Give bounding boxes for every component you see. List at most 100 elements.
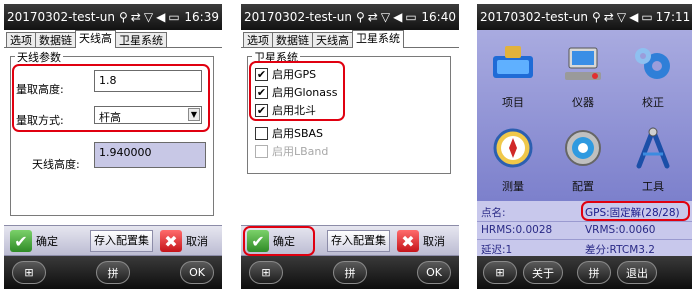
close-icon: ✖	[160, 230, 182, 252]
tile-instrument[interactable]: 仪器	[549, 34, 617, 116]
tab-datalink[interactable]: 数据链	[35, 32, 76, 48]
tile-instrument-label: 仪器	[572, 96, 594, 109]
close-icon: ✖	[397, 230, 419, 252]
tile-calibration-label: 校正	[642, 96, 664, 109]
hrms-value: HRMS:0.0028	[481, 224, 553, 236]
volume-icon: ◀	[393, 10, 403, 24]
tab-antenna-height[interactable]: 天线高	[75, 30, 116, 48]
softkey-bar: ⊞ 拼 OK	[4, 256, 222, 289]
main-menu-screen: 20170302-test-un ⚲ ⇄ ▽ ◀ ▭ 17:11 项目 仪器 校…	[477, 4, 692, 289]
check-icon: ✔	[10, 230, 32, 252]
status-bar: 20170302-test-un ⚲ ⇄ ▽ ◀ ▭ 16:39	[4, 4, 222, 30]
point-name-label: 点名:	[481, 207, 506, 219]
tab-bar: 选项 数据链 天线高 卫星系统	[241, 30, 459, 48]
action-bar: ✔ 确定 存入配置集 ✖ 取消	[4, 225, 222, 256]
project-icon	[493, 46, 533, 78]
tile-calibration[interactable]: 校正	[619, 34, 687, 116]
status-title: 20170302-test-un	[244, 10, 352, 24]
signal-icon: ▽	[143, 10, 154, 24]
status-title: 20170302-test-un	[7, 10, 115, 24]
tab-panel: 卫星系统 ✔ 启用GPS ✔ 启用Glonass ✔ 启用北斗 启用SBAS 启…	[241, 47, 459, 225]
gps-icon: ⚲	[592, 10, 601, 24]
cancel-label: 取消	[186, 235, 208, 248]
sbas-checkbox[interactable]	[255, 126, 268, 140]
highlight-box	[581, 201, 690, 221]
status-bar: 20170302-test-un ⚲ ⇄ ▽ ◀ ▭ 16:40	[241, 4, 459, 30]
tab-panel: 天线参数 量取高度: 1.8 量取方式: 杆高 ▼ 天线高度: 1.940000	[4, 47, 222, 225]
signal-icon: ▽	[616, 10, 627, 24]
tools-icon	[636, 127, 670, 169]
tile-survey-label: 测量	[502, 180, 524, 193]
input-method-button[interactable]: 拼	[577, 261, 611, 284]
instrument-icon	[565, 47, 601, 80]
config-icon	[565, 130, 601, 166]
exit-button[interactable]: 退出	[617, 261, 657, 284]
volume-icon: ◀	[629, 10, 639, 24]
cancel-label: 取消	[423, 235, 445, 248]
start-menu-icon[interactable]: ⊞	[483, 261, 517, 284]
tile-project[interactable]: 项目	[479, 34, 547, 116]
highlight-box	[12, 64, 210, 132]
antenna-height-label: 天线高度:	[32, 158, 80, 171]
status-bar: 20170302-test-un ⚲ ⇄ ▽ ◀ ▭ 17:11	[477, 4, 692, 30]
tab-satellite-system[interactable]: 卫星系统	[352, 30, 404, 48]
gps-icon: ⚲	[119, 10, 128, 24]
start-menu-icon[interactable]: ⊞	[249, 261, 283, 284]
tab-options[interactable]: 选项	[6, 32, 36, 48]
diff-value: 差分:RTCM3.2	[585, 244, 655, 256]
ok-button[interactable]: OK	[417, 261, 451, 284]
tab-datalink[interactable]: 数据链	[272, 32, 313, 48]
tile-project-label: 项目	[502, 96, 524, 109]
status-time: 16:40	[421, 10, 456, 24]
group-title: 天线参数	[15, 49, 63, 65]
ok-button[interactable]: OK	[180, 261, 214, 284]
highlight-box	[249, 61, 345, 121]
tile-tools-label: 工具	[642, 180, 664, 193]
latency-value: 延迟:1	[481, 244, 513, 256]
about-button[interactable]: 关于	[523, 261, 563, 284]
softkey-bar: ⊞ 拼 OK	[241, 256, 459, 289]
cancel-button[interactable]: ✖ 取消	[160, 229, 208, 253]
save-config-button[interactable]: 存入配置集	[327, 230, 390, 252]
input-method-button[interactable]: 拼	[333, 261, 367, 284]
sbas-checkbox-label: 启用SBAS	[272, 127, 324, 140]
info-divider	[477, 221, 692, 222]
signal-icon: ▽	[380, 10, 391, 24]
antenna-height-screen: 20170302-test-un ⚲ ⇄ ▽ ◀ ▭ 16:39 选项 数据链 …	[4, 4, 222, 289]
tile-config[interactable]: 配置	[549, 118, 617, 200]
cancel-button[interactable]: ✖ 取消	[397, 229, 445, 253]
action-bar: ✔ 确定 存入配置集 ✖ 取消	[241, 225, 459, 256]
satellite-system-screen: 20170302-test-un ⚲ ⇄ ▽ ◀ ▭ 16:40 选项 数据链 …	[241, 4, 459, 289]
tile-survey[interactable]: 测量	[479, 118, 547, 200]
connection-icon: ⇄	[603, 10, 614, 24]
lband-checkbox-row: 启用LBand	[255, 143, 328, 159]
connection-icon: ⇄	[367, 10, 378, 24]
tab-options[interactable]: 选项	[243, 32, 273, 48]
status-time: 16:39	[184, 10, 219, 24]
gps-icon: ⚲	[356, 10, 365, 24]
tab-antenna-height[interactable]: 天线高	[312, 32, 353, 48]
calibration-icon	[635, 48, 670, 79]
softkey-bar: ⊞ 关于 拼 退出	[477, 256, 692, 289]
status-time: 17:11	[655, 10, 691, 24]
tab-bar: 选项 数据链 天线高 卫星系统	[4, 30, 222, 48]
tile-tools[interactable]: 工具	[619, 118, 687, 200]
sbas-checkbox-row[interactable]: 启用SBAS	[255, 125, 323, 141]
app-launcher: 项目 仪器 校正 测量 配置 工具	[477, 30, 692, 201]
input-method-button[interactable]: 拼	[96, 261, 130, 284]
start-menu-icon[interactable]: ⊞	[12, 261, 46, 284]
status-info-panel: 点名: GPS:固定解(28/28) HRMS:0.0028 VRMS:0.00…	[477, 201, 692, 257]
battery-icon: ▭	[405, 10, 417, 24]
connection-icon: ⇄	[130, 10, 141, 24]
status-title: 20170302-test-un	[480, 10, 588, 24]
battery-icon: ▭	[641, 10, 653, 24]
lband-checkbox-label: 启用LBand	[272, 145, 329, 158]
confirm-button[interactable]: ✔ 确定	[10, 229, 58, 253]
tab-satellite-system[interactable]: 卫星系统	[115, 32, 167, 48]
volume-icon: ◀	[156, 10, 166, 24]
highlight-box	[243, 226, 315, 256]
antenna-height-field: 1.940000	[94, 142, 206, 168]
confirm-label: 确定	[36, 235, 58, 248]
survey-icon	[493, 128, 533, 168]
save-config-button[interactable]: 存入配置集	[90, 230, 153, 252]
